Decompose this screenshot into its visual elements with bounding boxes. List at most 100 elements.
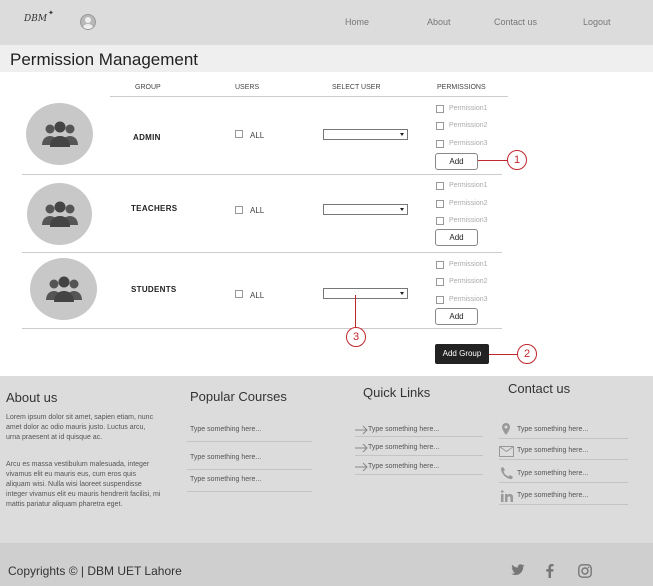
- permission-checkbox[interactable]: [436, 296, 444, 304]
- footer-divider: [187, 441, 312, 442]
- footer-course-link[interactable]: Type something here...: [190, 476, 261, 483]
- logo-star-icon: ✦: [48, 9, 54, 17]
- permission-label: Permission3: [449, 140, 488, 147]
- footer-quick-link[interactable]: Type something here...: [368, 426, 439, 433]
- arrow-right-icon: [355, 425, 368, 435]
- logo-text: DBM: [24, 14, 48, 24]
- group-name-students: STUDENTS: [131, 285, 177, 294]
- logo[interactable]: DBM ✦: [24, 9, 54, 24]
- group-name-teachers: TEACHERS: [131, 204, 178, 213]
- column-header-users: USERS: [235, 84, 260, 91]
- chevron-down-icon: [400, 208, 404, 211]
- nav-home-link[interactable]: Home: [345, 17, 369, 27]
- footer-course-link[interactable]: Type something here...: [190, 454, 261, 461]
- column-header-group: GROUP: [135, 84, 161, 91]
- arrow-right-icon: [355, 443, 368, 453]
- footer-divider: [499, 482, 628, 483]
- permission-checkbox[interactable]: [436, 105, 444, 113]
- permission-label: Permission1: [449, 182, 488, 189]
- footer-about-paragraph: Lorem ipsum dolor sit amet, sapien etiam…: [6, 414, 154, 441]
- footer-contact-phone: Type something here...: [517, 470, 589, 477]
- all-users-label: ALL: [250, 206, 265, 215]
- footer-divider: [355, 455, 483, 456]
- nav-about-link[interactable]: About: [427, 17, 451, 27]
- permission-checkbox[interactable]: [436, 217, 444, 225]
- phone-icon: [501, 467, 513, 479]
- chevron-down-icon: [400, 292, 404, 295]
- footer-contact-address: Type something here...: [517, 426, 589, 433]
- location-pin-icon: [502, 423, 510, 435]
- copyright-text: Copyrights © | DBM UET Lahore: [8, 564, 182, 578]
- header-bar: [0, 0, 653, 45]
- instagram-icon[interactable]: [578, 564, 592, 578]
- group-users-icon: [41, 201, 78, 227]
- mail-icon: [499, 446, 514, 457]
- footer-divider: [187, 469, 312, 470]
- column-header-permissions: PERMISSIONS: [437, 84, 486, 91]
- all-users-checkbox[interactable]: [235, 206, 243, 214]
- permission-label: Permission2: [449, 200, 488, 207]
- footer-divider: [499, 504, 628, 505]
- permission-label: Permission3: [449, 217, 488, 224]
- footer-quick-link[interactable]: Type something here...: [368, 463, 439, 470]
- group-users-icon: [45, 276, 82, 302]
- callout-line: [478, 160, 508, 161]
- all-users-label: ALL: [250, 131, 265, 140]
- column-header-select-user: SELECT USER: [332, 84, 381, 91]
- footer-divider: [355, 474, 483, 475]
- nav-contact-link[interactable]: Contact us: [494, 17, 537, 27]
- select-user-dropdown[interactable]: [323, 129, 408, 140]
- footer-contact-linkedin: Type something here...: [517, 492, 589, 499]
- permission-checkbox[interactable]: [436, 278, 444, 286]
- footer-about-paragraph: Arcu es massa vestibulum malesuada, inte…: [6, 461, 161, 508]
- group-avatar-admin: [26, 103, 93, 165]
- permission-label: Permission2: [449, 122, 488, 129]
- footer-divider: [499, 438, 628, 439]
- permission-checkbox[interactable]: [436, 140, 444, 148]
- twitter-icon[interactable]: [511, 564, 525, 576]
- footer-course-link[interactable]: Type something here...: [190, 426, 261, 433]
- chevron-down-icon: [400, 133, 404, 136]
- permission-checkbox[interactable]: [436, 182, 444, 190]
- add-permission-button[interactable]: Add: [435, 229, 478, 246]
- permission-label: Permission1: [449, 261, 488, 268]
- permission-label: Permission2: [449, 278, 488, 285]
- footer-courses-title: Popular Courses: [190, 389, 287, 404]
- facebook-icon[interactable]: [546, 564, 554, 578]
- add-permission-button[interactable]: Add: [435, 308, 478, 325]
- callout-marker-2: 2: [517, 344, 537, 364]
- row-divider: [22, 252, 502, 253]
- footer-links-title: Quick Links: [363, 385, 431, 400]
- all-users-checkbox[interactable]: [235, 130, 243, 138]
- add-permission-button[interactable]: Add: [435, 153, 478, 170]
- add-group-button[interactable]: Add Group: [435, 344, 489, 364]
- page-title: Permission Management: [10, 50, 199, 69]
- footer-contact-title: Contact us: [508, 381, 571, 396]
- header-divider: [110, 96, 508, 97]
- all-users-label: ALL: [250, 291, 265, 300]
- footer-divider: [499, 459, 628, 460]
- footer-about-title: About us: [6, 390, 58, 405]
- callout-marker-1: 1: [507, 150, 527, 170]
- select-user-dropdown[interactable]: [323, 204, 408, 215]
- footer-quick-link[interactable]: Type something here...: [368, 444, 439, 451]
- permission-checkbox[interactable]: [436, 261, 444, 269]
- user-avatar[interactable]: [80, 14, 96, 30]
- permission-checkbox[interactable]: [436, 122, 444, 130]
- row-divider: [22, 174, 502, 175]
- all-users-checkbox[interactable]: [235, 290, 243, 298]
- footer-contact-email: Type something here...: [517, 447, 589, 454]
- linkedin-icon: [501, 490, 513, 502]
- permission-checkbox[interactable]: [436, 200, 444, 208]
- callout-marker-3: 3: [346, 327, 366, 347]
- callout-line: [355, 295, 356, 327]
- nav-logout-link[interactable]: Logout: [583, 17, 611, 27]
- select-user-dropdown[interactable]: [323, 288, 408, 299]
- permission-label: Permission1: [449, 105, 488, 112]
- group-name-admin: ADMIN: [133, 133, 161, 142]
- group-users-icon: [41, 121, 78, 147]
- permission-label: Permission3: [449, 296, 488, 303]
- row-divider: [22, 328, 502, 329]
- footer-divider: [355, 436, 483, 437]
- footer-divider: [187, 491, 312, 492]
